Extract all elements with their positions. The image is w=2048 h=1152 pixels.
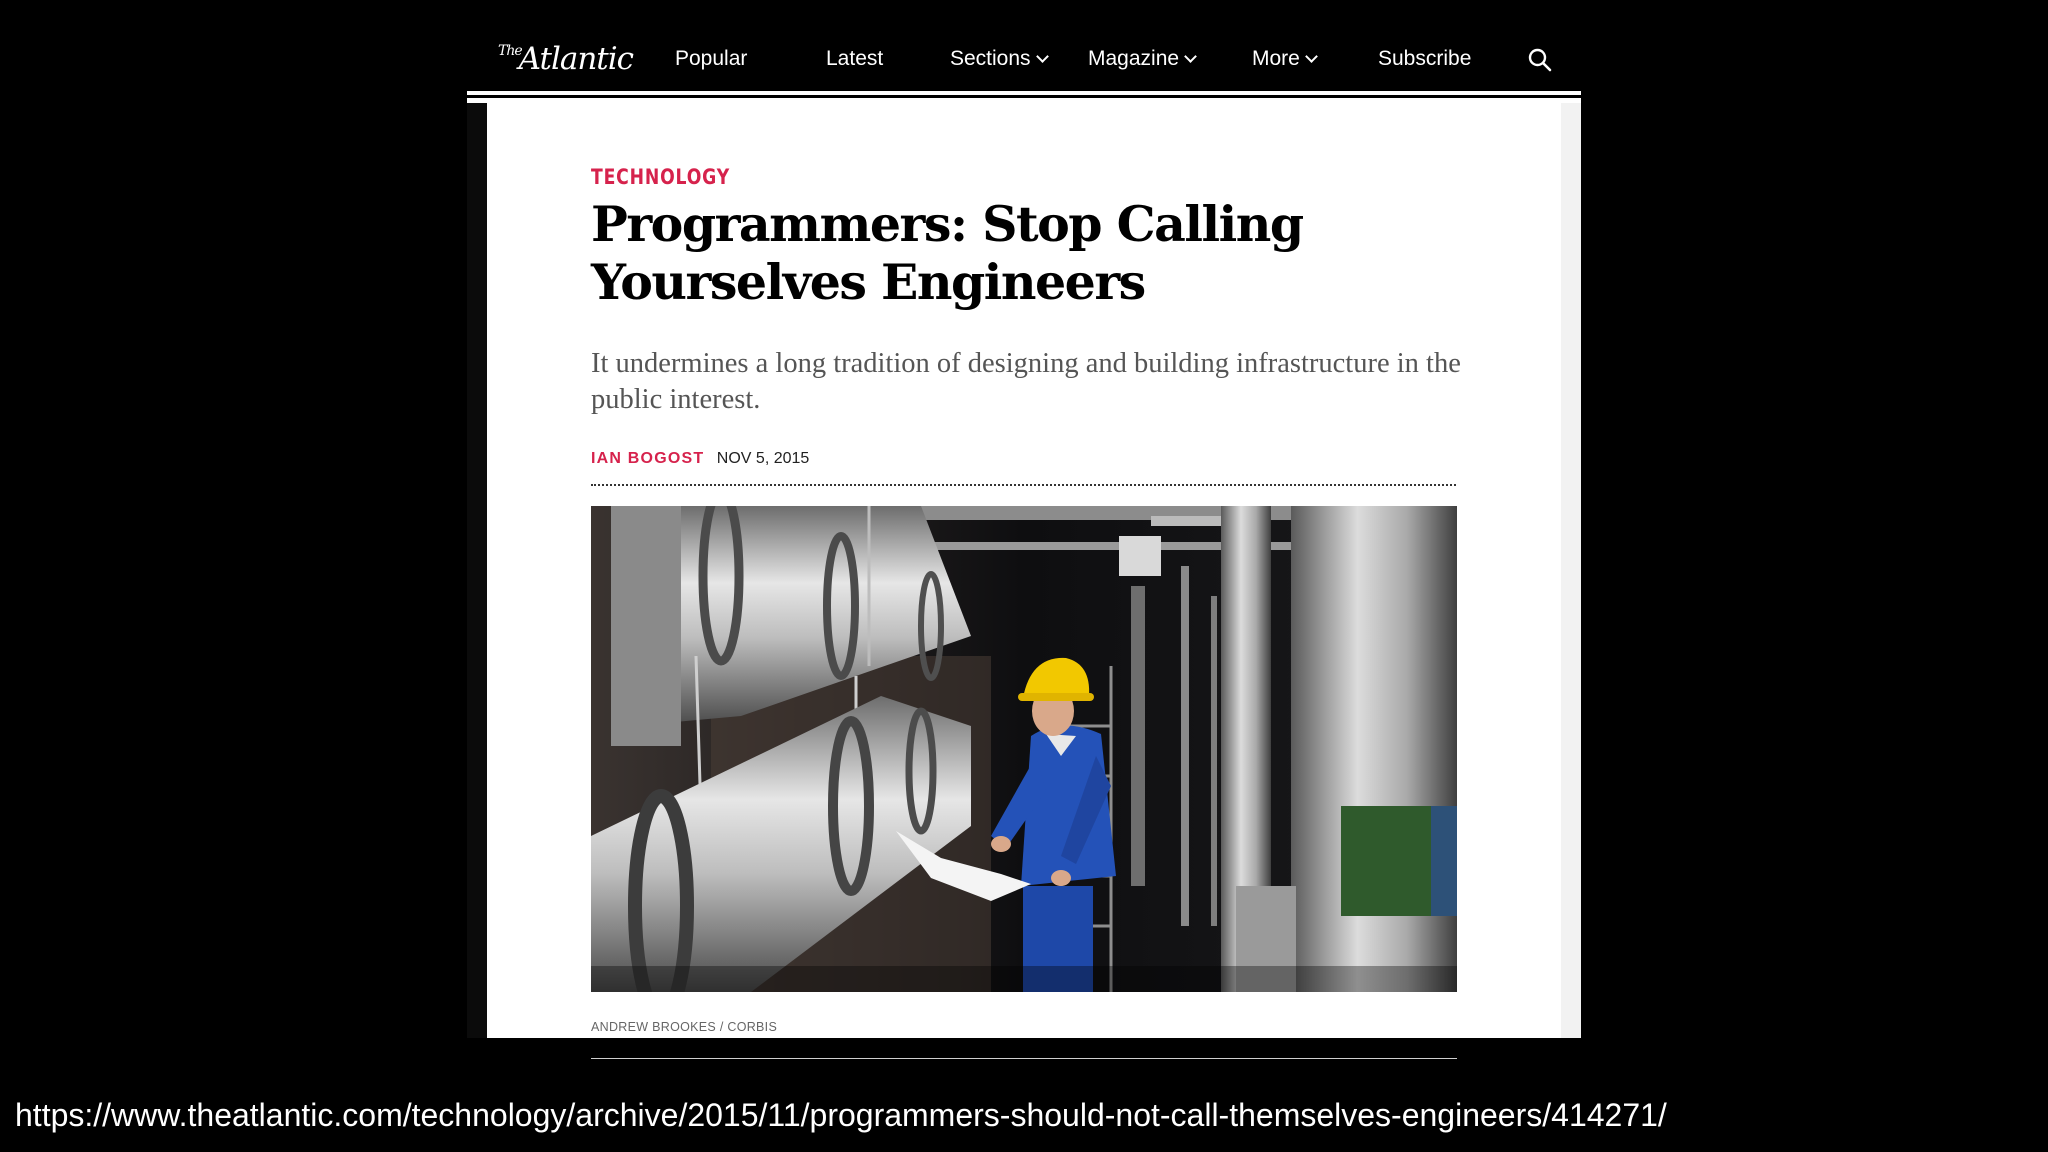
- article-dek: It undermines a long tradition of design…: [591, 348, 1461, 415]
- photo-credit: ANDREW BROOKES / CORBIS: [591, 1020, 778, 1034]
- source-url-caption: https://www.theatlantic.com/technology/a…: [15, 1097, 1667, 1133]
- nav-item-label: Subscribe: [1378, 47, 1472, 70]
- nav-item-label: Popular: [675, 47, 748, 70]
- right-gutter: [1561, 103, 1581, 1038]
- logo-atlantic: Atlantic: [518, 41, 634, 77]
- article-headline: Programmers: Stop Calling Yourselves Eng…: [591, 195, 1304, 311]
- nav-item-label: Latest: [826, 47, 884, 70]
- credit-divider: [591, 1058, 1457, 1059]
- nav-item-popular[interactable]: Popular: [675, 27, 747, 91]
- chevron-down-icon: [1184, 50, 1197, 63]
- byline: IAN BOGOST NOV 5, 2015: [591, 450, 809, 468]
- byline-divider: [591, 484, 1456, 486]
- nav-item-latest[interactable]: Latest: [826, 27, 883, 91]
- nav-item-magazine[interactable]: Magazine: [1088, 27, 1197, 91]
- search-icon: [1528, 48, 1552, 72]
- nav-item-more[interactable]: More: [1252, 27, 1318, 91]
- site-nav-bar: TheAtlantic Popular Latest Sections Maga…: [467, 27, 1581, 102]
- nav-item-label: Sections: [950, 47, 1031, 70]
- search-button[interactable]: [1527, 47, 1553, 73]
- author-link[interactable]: IAN BOGOST: [591, 450, 704, 467]
- article-page-screenshot: TheAtlantic Popular Latest Sections Maga…: [467, 27, 1581, 1059]
- left-gutter: [467, 103, 487, 1038]
- section-label[interactable]: TECHNOLOGY: [591, 165, 730, 189]
- nav-item-sections[interactable]: Sections: [950, 27, 1049, 91]
- chevron-down-icon: [1304, 50, 1318, 63]
- hero-image: [591, 506, 1457, 992]
- nav-item-label: Magazine: [1088, 47, 1180, 70]
- publish-date: NOV 5, 2015: [716, 450, 810, 467]
- site-logo[interactable]: TheAtlantic: [498, 41, 634, 77]
- chevron-down-icon: [1035, 50, 1049, 63]
- hero-illustration: [591, 506, 1457, 992]
- nav-item-label: More: [1252, 47, 1300, 70]
- nav-item-subscribe[interactable]: Subscribe: [1378, 27, 1471, 91]
